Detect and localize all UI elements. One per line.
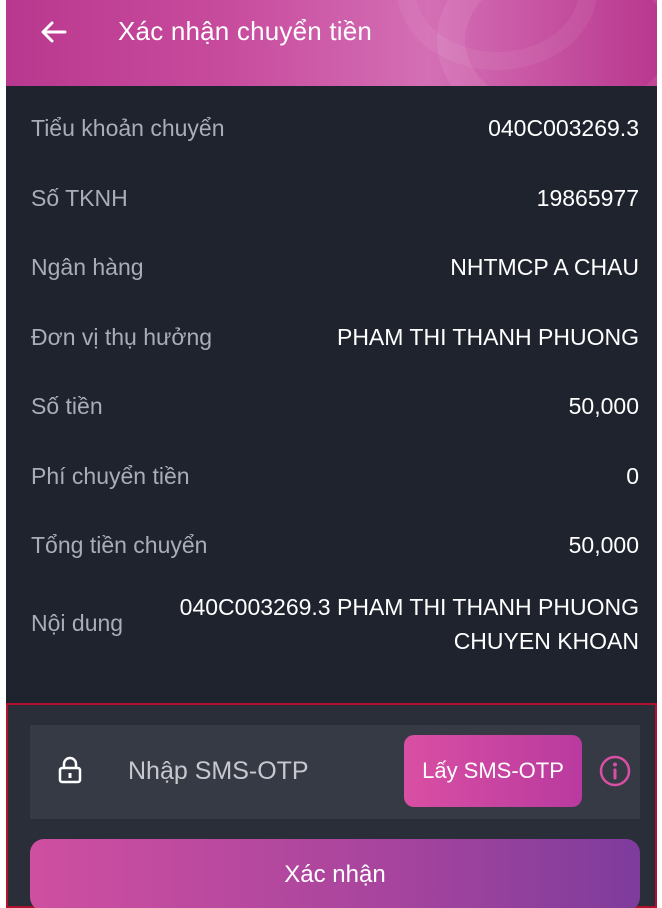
info-icon[interactable]: [598, 754, 632, 788]
detail-label: Số TKNH: [31, 184, 128, 211]
detail-value: PHAM THI THANH PHUONG: [336, 323, 639, 350]
otp-section: Lấy SMS-OTP Xác nhận: [6, 703, 657, 908]
get-otp-button[interactable]: Lấy SMS-OTP: [404, 735, 582, 807]
back-button[interactable]: [34, 12, 74, 52]
detail-label: Đơn vị thụ hưởng: [31, 323, 213, 350]
detail-row-bank: Ngân hàng NHTMCP A CHAU: [6, 233, 657, 303]
arrow-left-icon: [41, 21, 67, 43]
detail-value: 040C003269.3 PHAM THI THANH PHUONG CHUYE…: [179, 593, 639, 654]
detail-row-source-subaccount: Tiểu khoản chuyển 040C003269.3: [6, 94, 657, 164]
page-title: Xác nhận chuyển tiền: [118, 16, 373, 46]
otp-input-bar: Lấy SMS-OTP: [30, 725, 640, 819]
detail-row-fee: Phí chuyển tiền 0: [6, 442, 657, 512]
detail-value: 040C003269.3: [488, 115, 639, 142]
detail-label: Ngân hàng: [31, 254, 144, 281]
detail-value: 19865977: [536, 184, 639, 211]
screen: Xác nhận chuyển tiền Tiểu khoản chuyển 0…: [6, 0, 657, 908]
detail-label: Tiểu khoản chuyển: [31, 115, 225, 142]
app-header: Xác nhận chuyển tiền: [6, 0, 657, 86]
detail-row-amount: Số tiền 50,000: [6, 372, 657, 442]
otp-input[interactable]: [128, 749, 378, 793]
detail-label: Nội dung: [31, 610, 124, 636]
confirm-button[interactable]: Xác nhận: [30, 839, 640, 908]
lock-icon: [58, 756, 82, 784]
detail-label: Tổng tiền chuyển: [31, 532, 208, 559]
detail-label: Phí chuyển tiền: [31, 462, 190, 489]
detail-row-content: Nội dung 040C003269.3 PHAM THI THANH PHU…: [6, 581, 657, 667]
detail-row-total: Tổng tiền chuyển 50,000: [6, 511, 657, 581]
transfer-details: Tiểu khoản chuyển 040C003269.3 Số TKNH 1…: [6, 94, 657, 667]
detail-value: 50,000: [568, 393, 639, 420]
detail-row-beneficiary: Đơn vị thụ hưởng PHAM THI THANH PHUONG: [6, 303, 657, 373]
detail-row-bank-account: Số TKNH 19865977: [6, 164, 657, 234]
detail-value: NHTMCP A CHAU: [450, 254, 639, 281]
detail-value: 50,000: [568, 532, 639, 559]
detail-label: Số tiền: [31, 393, 103, 420]
detail-value: 0: [626, 462, 639, 489]
